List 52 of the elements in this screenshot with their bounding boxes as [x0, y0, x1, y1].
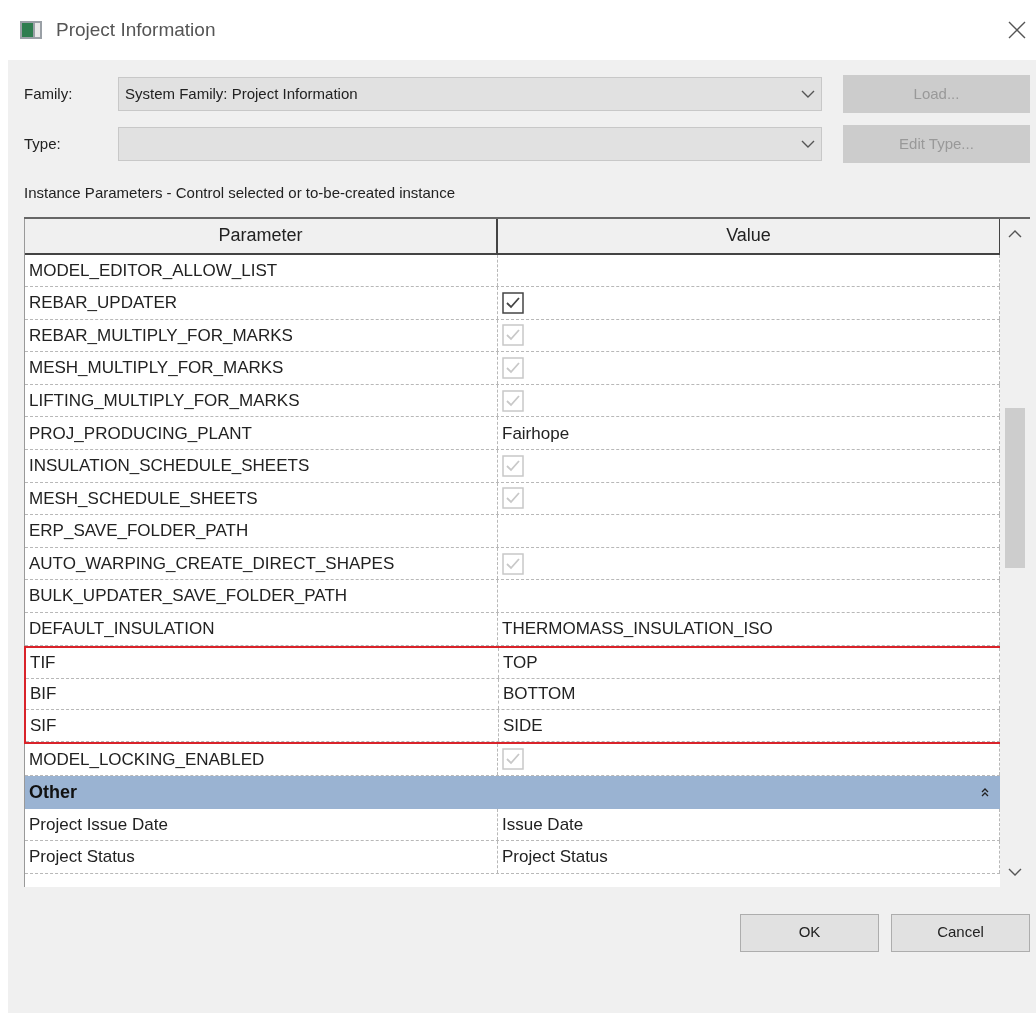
parameter-name: BIF [30, 683, 57, 706]
table-row[interactable]: BULK_UPDATER_SAVE_FOLDER_PATH [25, 580, 1000, 614]
parameter-name: TIF [30, 652, 56, 674]
parameter-name: MODEL_LOCKING_ENABLED [29, 748, 265, 771]
table-row[interactable]: PROJ_PRODUCING_PLANT Fairhope [25, 417, 1000, 451]
parameter-name: ERP_SAVE_FOLDER_PATH [29, 520, 249, 543]
parameter-name: BULK_UPDATER_SAVE_FOLDER_PATH [29, 585, 348, 608]
window-title: Project Information [56, 17, 216, 42]
table-row[interactable]: MODEL_EDITOR_ALLOW_LIST [25, 254, 1000, 288]
caret-icon [801, 139, 815, 149]
table-row[interactable]: DEFAULT_INSULATION THERMOMASS_INSULATION_ISO [25, 613, 1000, 646]
collapse-icon [980, 787, 990, 798]
family-dropdown[interactable]: System Family: Project Information [118, 77, 822, 111]
type-label: Type: [24, 133, 62, 154]
scroll-down-icon [1008, 867, 1022, 877]
caret-icon [801, 89, 815, 99]
parameter-name: Project Issue Date [29, 813, 168, 836]
parameter-name: REBAR_UPDATER [29, 292, 177, 315]
parameter-name: MODEL_EDITOR_ALLOW_LIST [29, 259, 278, 282]
table-row[interactable]: REBAR_UPDATER [25, 287, 1000, 320]
type-dropdown[interactable] [118, 127, 822, 161]
parameter-value: SIDE [503, 714, 543, 737]
parameter-name: Project Status [29, 846, 135, 869]
parameter-value: Project Status [502, 846, 608, 869]
family-label: Family: [24, 83, 74, 104]
table-row[interactable]: Project Status Project Status [25, 841, 1000, 874]
scrollbar-thumb[interactable] [1005, 407, 1025, 568]
parameter-value: Fairhope [502, 422, 570, 445]
close-icon[interactable] [1008, 21, 1026, 39]
column-header[interactable]: Parameter [25, 218, 498, 253]
parameter-name: INSULATION_SCHEDULE_SHEETS [29, 455, 310, 478]
parameter-name: REBAR_MULTIPLY_FOR_MARKS [29, 324, 293, 347]
parameter-name: DEFAULT_INSULATION [29, 618, 215, 641]
table-row[interactable]: ERP_SAVE_FOLDER_PATH [25, 515, 1000, 548]
parameter-value: TOP [503, 652, 538, 674]
instance-parameters-caption: Instance Parameters - Control selected or to-be-created instance [24, 183, 457, 203]
parameter-name: AUTO_WARPING_CREATE_DIRECT_SHAPES [29, 552, 395, 575]
section-header[interactable]: Other [25, 776, 1000, 809]
parameter-name: PROJ_PRODUCING_PLANT [29, 422, 252, 445]
table-row[interactable]: Project Issue Date Issue Date [25, 808, 1000, 842]
window-icon [20, 21, 42, 39]
parameter-value: Issue Date [502, 813, 584, 836]
parameter-value: THERMOMASS_INSULATION_ISO [502, 618, 773, 641]
parameter-name: LIFTING_MULTIPLY_FOR_MARKS [29, 389, 300, 412]
parameter-name: MESH_SCHEDULE_SHEETS [29, 487, 258, 510]
parameter-name: MESH_MULTIPLY_FOR_MARKS [29, 357, 284, 380]
parameter-value: BOTTOM [503, 683, 576, 706]
cancel-button[interactable]: Cancel [891, 913, 1030, 952]
scroll-up-icon [1008, 228, 1022, 238]
parameter-name: SIF [30, 714, 57, 737]
checkbox[interactable] [502, 291, 524, 314]
ok-button[interactable]: OK [740, 913, 879, 952]
